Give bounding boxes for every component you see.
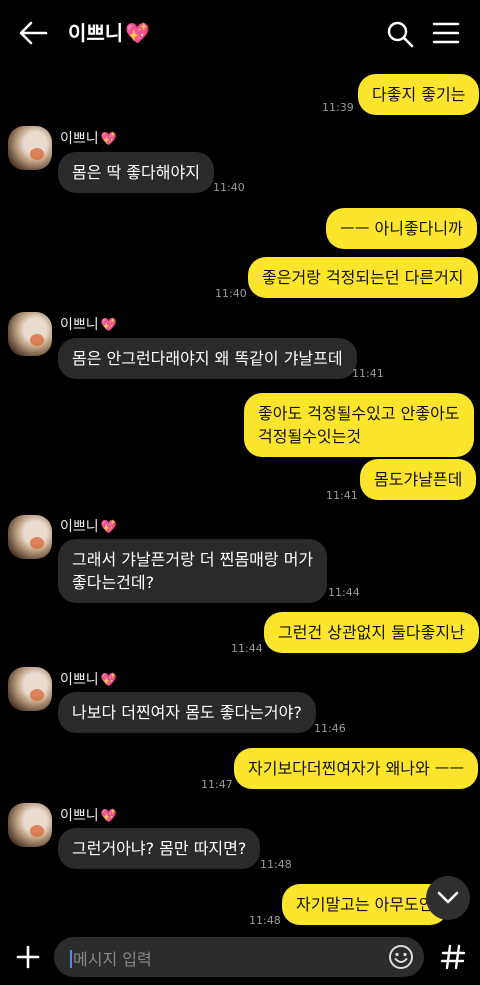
incoming-message[interactable]: 그런거아냐? 몸만 따지면? (58, 828, 261, 869)
outgoing-message[interactable]: ㅡㅡ 아니좋다니까 (326, 208, 477, 249)
emoji-icon[interactable] (388, 944, 414, 970)
message-time: 11:44 (328, 586, 360, 599)
sender-name: 이쁘니 💖 (60, 519, 117, 535)
search-icon[interactable] (386, 20, 414, 48)
scroll-to-bottom-button[interactable] (426, 876, 470, 920)
message-line: 그래서 갸날픈거랑 더 찐몸매랑 머가 (72, 550, 314, 569)
message-input-placeholder: 메시지 입력 (73, 950, 152, 969)
chat-title-text: 이쁘니 (68, 21, 124, 45)
chat-header: 이쁘니 💖 (0, 0, 480, 64)
incoming-message[interactable]: 몸은 안그런다래야지 왜 똑같이 갸날프데 (58, 338, 357, 379)
outgoing-message[interactable]: 몸도갸냘픈데 (360, 459, 477, 500)
outgoing-message[interactable]: 좋아도 걱정될수있고 안좋아도 걱정될수잇는것 (244, 393, 474, 457)
back-arrow-icon[interactable] (18, 20, 48, 46)
outgoing-message[interactable]: 다좋지 좋기는 (358, 74, 480, 115)
plus-icon[interactable] (14, 943, 42, 971)
message-time: 11:48 (260, 858, 292, 871)
message-time: 11:40 (213, 181, 245, 194)
message-time: 11:41 (352, 367, 384, 380)
sender-name: 이쁘니 💖 (60, 131, 117, 147)
message-line: 좋아도 걱정될수있고 안좋아도 (258, 404, 460, 423)
message-time: 11:47 (201, 778, 233, 791)
message-time: 11:44 (231, 642, 263, 655)
avatar[interactable] (8, 126, 52, 170)
outgoing-message[interactable]: 좋은거랑 걱정되는던 다른거지 (248, 257, 478, 298)
outgoing-message[interactable]: 자기보다더찐여자가 왜나와 ㅡㅡ (234, 748, 479, 789)
outgoing-message[interactable]: 자기말고는 아무도안 (282, 884, 448, 925)
menu-icon[interactable] (432, 21, 460, 45)
message-time: 11:46 (314, 722, 346, 735)
text-caret (70, 950, 72, 968)
message-time: 11:48 (249, 914, 281, 927)
avatar[interactable] (8, 667, 52, 711)
message-time: 11:40 (215, 287, 247, 300)
chevron-down-icon (437, 891, 459, 904)
message-line: 좋다는건데? (72, 573, 155, 592)
hash-icon[interactable] (440, 943, 466, 971)
message-time: 11:39 (322, 101, 354, 114)
sender-name: 이쁘니 💖 (60, 317, 117, 333)
incoming-message[interactable]: 그래서 갸날픈거랑 더 찐몸매랑 머가 좋다는건데? (58, 539, 328, 603)
sender-name: 이쁘니 💖 (60, 808, 117, 824)
sender-name: 이쁘니 💖 (60, 672, 117, 688)
outgoing-message[interactable]: 그런건 상관없지 둘다좋지난 (264, 612, 479, 653)
incoming-message[interactable]: 몸은 딱 좋다해야지 (58, 152, 214, 193)
message-time: 11:41 (326, 489, 358, 502)
heart-emoji-icon: 💖 (125, 21, 151, 45)
message-input[interactable]: 메시지 입력 (54, 937, 424, 977)
avatar[interactable] (8, 515, 52, 559)
incoming-message[interactable]: 나보다 더찐여자 몸도 좋다는거야? (58, 692, 316, 733)
avatar[interactable] (8, 312, 52, 356)
message-line: 걱정될수잇는것 (258, 427, 362, 446)
chat-title[interactable]: 이쁘니 💖 (68, 20, 150, 46)
avatar[interactable] (8, 803, 52, 847)
